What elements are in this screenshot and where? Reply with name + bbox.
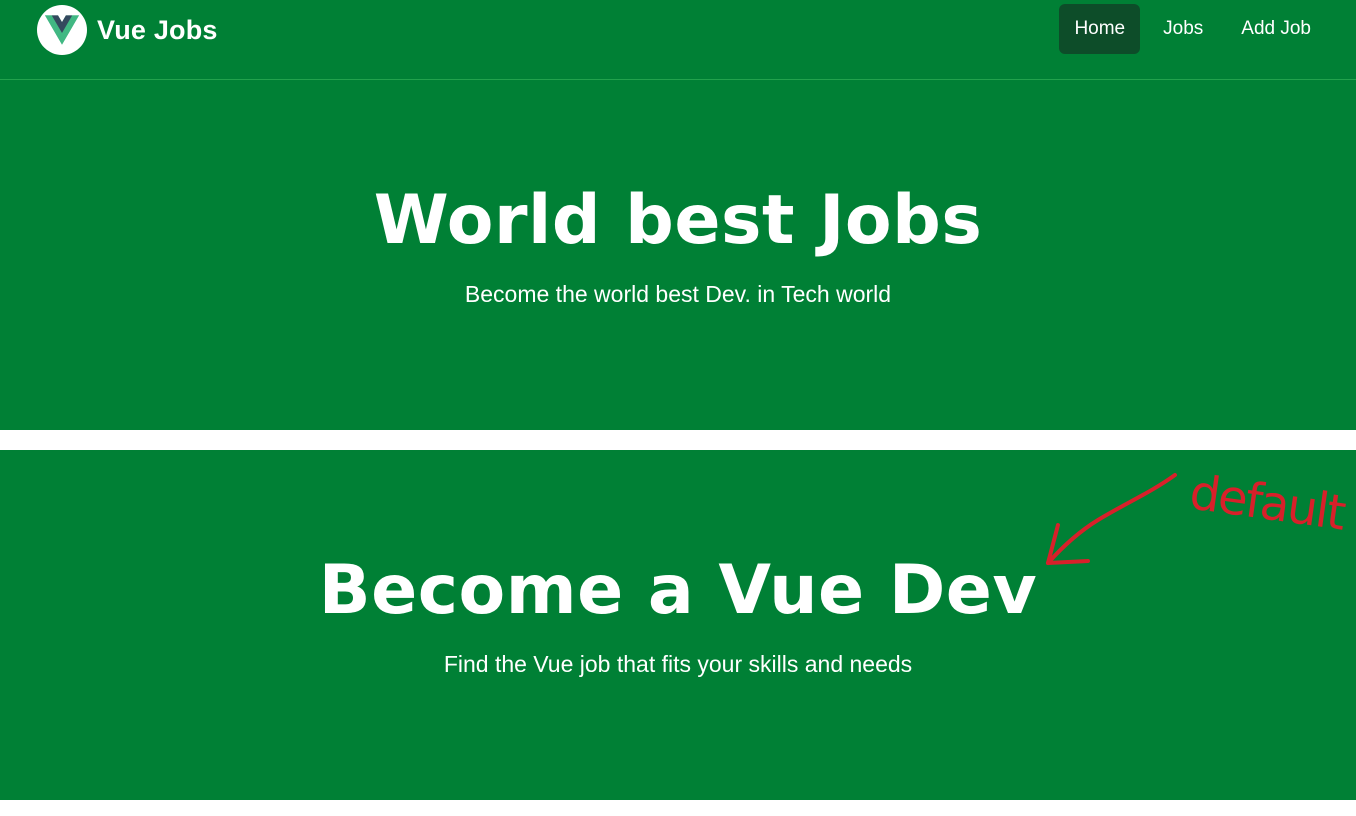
brand-link[interactable]: Vue Jobs [37,5,218,55]
nav-links: Home Jobs Add Job [1059,4,1326,54]
hero-primary: World best Jobs Become the world best De… [0,80,1356,430]
hero-secondary-title: Become a Vue Dev [318,551,1038,630]
hero-secondary-subtitle: Find the Vue job that fits your skills a… [443,651,913,677]
hero-primary-subtitle: Become the world best Dev. in Tech world [464,281,892,307]
hero-secondary: Become a Vue Dev Find the Vue job that f… [0,450,1356,800]
nav-jobs[interactable]: Jobs [1148,4,1218,54]
brand-title: Vue Jobs [97,14,218,45]
nav-add-job[interactable]: Add Job [1226,4,1326,54]
vue-logo-icon [37,5,87,55]
top-navbar: Vue Jobs Home Jobs Add Job [0,0,1356,80]
nav-home[interactable]: Home [1059,4,1141,54]
hero-primary-title: World best Jobs [373,181,983,260]
